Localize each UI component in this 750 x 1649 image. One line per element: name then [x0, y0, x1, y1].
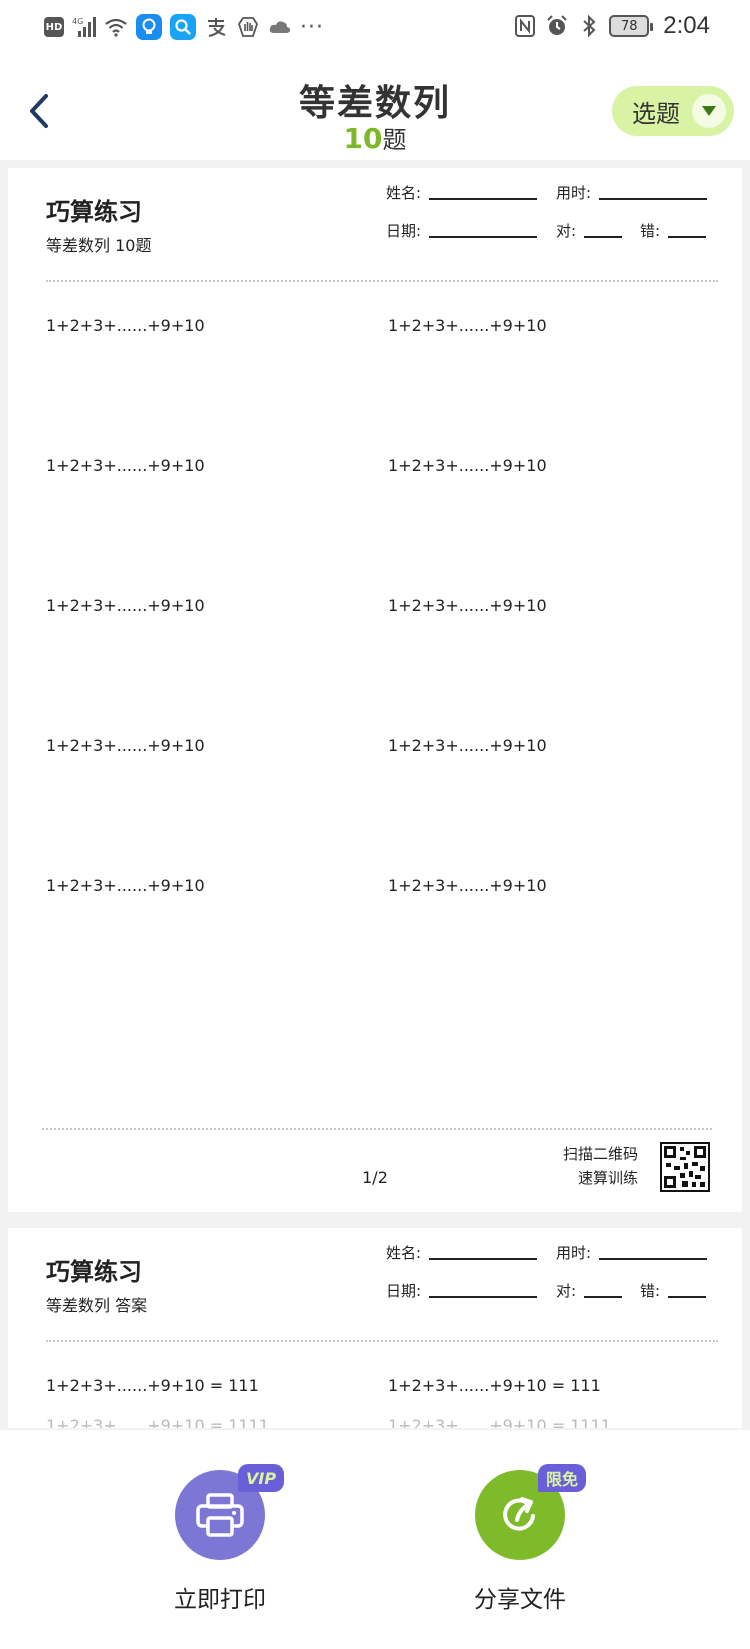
select-questions-button[interactable]: 选题: [612, 86, 734, 136]
footer-divider: [42, 1128, 712, 1130]
worksheet-title: 巧算练习: [46, 1258, 142, 1286]
nfc-icon: [513, 14, 537, 38]
problem-item: 1+2+3+......+9+10: [388, 736, 547, 755]
search-app-icon: [170, 14, 196, 40]
share-file-button[interactable]: 限免 分享文件: [420, 1464, 620, 1614]
question-count-suffix: 题: [382, 126, 407, 154]
select-questions-label: 选题: [632, 99, 680, 128]
qr-code-icon: [660, 1142, 710, 1192]
bluetooth-icon: [577, 14, 601, 38]
status-right-icons: 78 2:04: [513, 12, 710, 40]
duration-field: 用时:: [556, 1242, 708, 1263]
wrong-field: 错:: [640, 220, 707, 241]
problem-item: 1+2+3+......+9+10: [388, 876, 547, 895]
vip-badge: VIP: [238, 1464, 285, 1492]
header-divider: [46, 1340, 718, 1342]
date-field: 日期:: [386, 220, 538, 241]
problem-item: 1+2+3+......+9+10: [388, 456, 547, 475]
wrong-field: 错:: [640, 1280, 707, 1301]
worksheet-title: 巧算练习: [46, 198, 142, 226]
answer-item: 1+2+3+......+9+10 = 111: [46, 1376, 259, 1395]
worksheet-subtitle: 等差数列 答案: [46, 1296, 148, 1315]
more-icon: ···: [300, 14, 324, 40]
problem-item: 1+2+3+......+9+10: [46, 456, 205, 475]
nav-header: 等差数列 10题 选题: [0, 56, 750, 160]
worksheet-subtitle: 等差数列 10题: [46, 236, 152, 255]
problem-item: 1+2+3+......+9+10: [46, 596, 205, 615]
wifi-icon: [104, 15, 128, 39]
signal-4g-icon: 4G: [72, 15, 96, 39]
share-icon: [503, 1497, 535, 1531]
print-now-label: 立即打印: [174, 1587, 266, 1613]
alipay-icon: [204, 15, 228, 39]
name-field: 姓名:: [386, 1242, 538, 1263]
share-file-label: 分享文件: [474, 1587, 566, 1613]
date-field: 日期:: [386, 1280, 538, 1301]
answer-item: 1+2+3+......+9+10 = 111: [388, 1376, 601, 1395]
problem-item: 1+2+3+......+9+10: [46, 876, 205, 895]
print-now-button[interactable]: VIP 立即打印: [120, 1464, 320, 1614]
hand-icon: [236, 15, 260, 39]
duration-field: 用时:: [556, 182, 708, 203]
worksheet-page-1: 巧算练习 等差数列 10题 姓名: 用时: 日期: 对: 错: 1+2+3+..…: [8, 168, 742, 1212]
printer-icon: [196, 1493, 244, 1537]
qr-caption-line2: 速算训练: [577, 1169, 638, 1187]
correct-field: 对:: [556, 220, 623, 241]
question-count-number: 10: [343, 122, 383, 155]
header-divider: [46, 280, 718, 282]
qr-caption: 扫描二维码 速算训练: [563, 1142, 638, 1190]
problem-item: 1+2+3+......+9+10: [388, 596, 547, 615]
bottom-action-bar: VIP 立即打印 限免 分享文件: [0, 1430, 750, 1649]
alarm-icon: [545, 14, 569, 38]
answer-item: 1+2+3+......+9+10 = 1111: [46, 1416, 269, 1428]
problem-item: 1+2+3+......+9+10: [46, 736, 205, 755]
status-bar: HD 4G ··· 78 2:04: [0, 0, 750, 56]
svg-text:4G: 4G: [72, 17, 83, 26]
caret-down-icon: [692, 94, 726, 128]
answer-item: 1+2+3+......+9+10 = 1111: [388, 1416, 611, 1428]
hd-icon: HD: [44, 17, 64, 37]
worksheet-page-2: 巧算练习 等差数列 答案 姓名: 用时: 日期: 对: 错: 1+2+3+...…: [8, 1228, 742, 1428]
cloud-icon: [268, 15, 292, 39]
status-left-icons: HD 4G ···: [44, 14, 324, 40]
battery-icon: 78: [609, 15, 654, 37]
clock-time: 2:04: [663, 12, 710, 39]
problem-item: 1+2+3+......+9+10: [46, 316, 205, 335]
bulb-app-icon: [136, 14, 162, 40]
name-field: 姓名:: [386, 182, 538, 203]
free-badge: 限免: [538, 1464, 587, 1492]
problem-item: 1+2+3+......+9+10: [388, 316, 547, 335]
qr-caption-line1: 扫描二维码: [562, 1145, 638, 1163]
correct-field: 对:: [556, 1280, 623, 1301]
